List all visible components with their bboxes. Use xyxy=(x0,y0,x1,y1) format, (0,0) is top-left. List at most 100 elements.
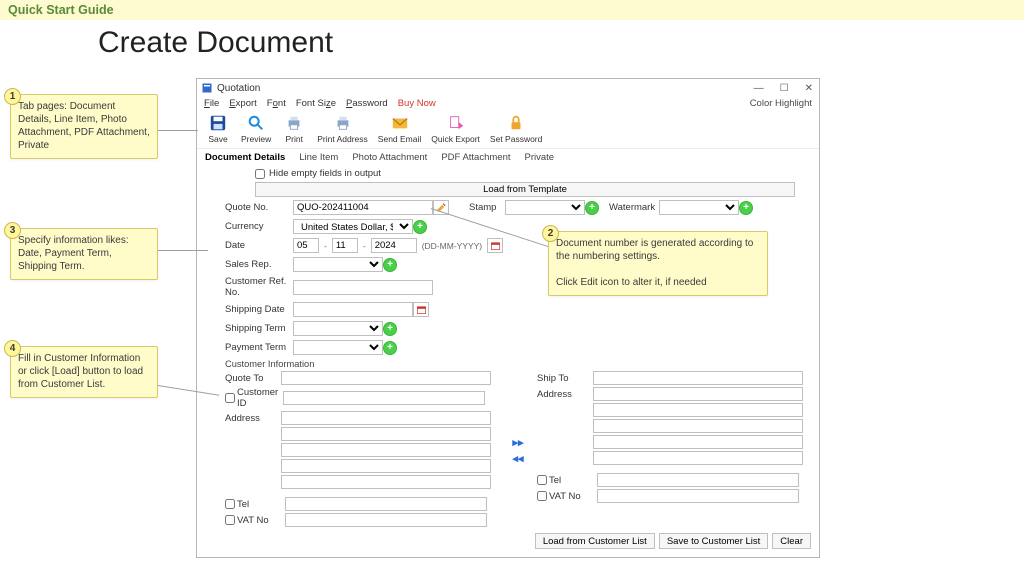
print-button[interactable]: Print xyxy=(277,112,311,146)
vat-checkbox[interactable] xyxy=(225,515,235,525)
lead-line-3 xyxy=(158,250,208,251)
date-sep2: - xyxy=(363,241,366,251)
ship-to-input[interactable] xyxy=(593,371,803,385)
label-cust-ref: Customer Ref. No. xyxy=(225,276,293,298)
menu-font[interactable]: Font xyxy=(267,98,286,109)
callout-text-3: Specify information likes: Date, Payment… xyxy=(18,235,129,272)
ship-address-4-input[interactable] xyxy=(593,435,803,449)
email-icon xyxy=(391,114,409,132)
add-shipterm-button[interactable] xyxy=(383,322,397,336)
copy-left-icon[interactable]: ◂◂ xyxy=(512,452,523,465)
save-icon xyxy=(209,114,227,132)
label-sales-rep: Sales Rep. xyxy=(225,259,293,270)
print-address-label: Print Address xyxy=(317,134,368,144)
tel-input[interactable] xyxy=(285,497,487,511)
pay-term-select[interactable] xyxy=(293,340,383,355)
cust-ref-input[interactable] xyxy=(293,280,433,295)
quick-export-button[interactable]: Quick Export xyxy=(427,112,484,146)
print-address-button[interactable]: Print Address xyxy=(313,112,372,146)
close-button[interactable]: ✕ xyxy=(803,83,815,94)
address-5-input[interactable] xyxy=(281,475,491,489)
callout-badge-2: 2 xyxy=(542,225,559,242)
stamp-select[interactable] xyxy=(505,200,585,215)
tel-checkbox[interactable] xyxy=(225,499,235,509)
quote-to-input[interactable] xyxy=(281,371,491,385)
add-stamp-button[interactable] xyxy=(585,201,599,215)
copy-right-icon[interactable]: ▸▸ xyxy=(512,436,523,449)
ship-term-select[interactable] xyxy=(293,321,383,336)
menu-file[interactable]: File xyxy=(204,98,219,109)
menu-password[interactable]: Password xyxy=(346,98,388,109)
date-format-hint: (DD-MM-YYYY) xyxy=(422,241,482,251)
add-payterm-button[interactable] xyxy=(383,341,397,355)
callout-text-1: Tab pages: Document Details, Line Item, … xyxy=(18,101,150,151)
customer-id-input[interactable] xyxy=(283,391,485,405)
app-icon xyxy=(201,82,213,94)
ship-tel-checkbox[interactable] xyxy=(537,475,547,485)
tab-pdf-attachment[interactable]: PDF Attachment xyxy=(441,152,510,163)
label-ship-term: Shipping Term xyxy=(225,323,293,334)
set-password-button[interactable]: Set Password xyxy=(486,112,546,146)
copy-arrows: ▸▸ ◂◂ xyxy=(507,371,529,529)
date-year-input[interactable] xyxy=(371,238,417,253)
menu-buy[interactable]: Buy Now xyxy=(398,98,436,109)
label-ship-to: Ship To xyxy=(537,373,593,384)
calendar-button[interactable] xyxy=(487,238,503,253)
sales-rep-select[interactable] xyxy=(293,257,383,272)
quick-export-icon xyxy=(447,114,465,132)
add-watermark-button[interactable] xyxy=(739,201,753,215)
print-icon xyxy=(285,114,303,132)
address-4-input[interactable] xyxy=(281,459,491,473)
date-day-input[interactable] xyxy=(293,238,319,253)
menu-highlight[interactable]: Color Highlight xyxy=(750,98,812,109)
address-1-input[interactable] xyxy=(281,411,491,425)
label-date: Date xyxy=(225,240,293,251)
toolbar: Save Preview Print Print Address Send Em… xyxy=(197,110,819,148)
minimize-button[interactable]: — xyxy=(752,83,766,94)
save-button[interactable]: Save xyxy=(201,112,235,146)
hide-empty-checkbox[interactable] xyxy=(255,169,265,179)
tab-line-item[interactable]: Line Item xyxy=(299,152,338,163)
ship-date-calendar[interactable] xyxy=(413,302,429,317)
menu-fontsize[interactable]: Font Size xyxy=(296,98,336,109)
tab-document-details[interactable]: Document Details xyxy=(205,152,285,163)
callout-tabs: 1 Tab pages: Document Details, Line Item… xyxy=(10,94,158,159)
ship-vat-checkbox[interactable] xyxy=(537,491,547,501)
lead-line-1 xyxy=(158,130,198,131)
label-ship-tel: Tel xyxy=(549,475,597,486)
callout-docnum: 2 Document number is generated according… xyxy=(548,231,768,296)
ship-vat-input[interactable] xyxy=(597,489,799,503)
address-3-input[interactable] xyxy=(281,443,491,457)
load-template-button[interactable]: Load from Template xyxy=(255,182,795,197)
preview-icon xyxy=(247,114,265,132)
save-customer-button[interactable]: Save to Customer List xyxy=(659,533,768,549)
ship-address-5-input[interactable] xyxy=(593,451,803,465)
vat-input[interactable] xyxy=(285,513,487,527)
currency-select[interactable]: United States Dollar, $ xyxy=(293,219,413,234)
date-month-input[interactable] xyxy=(332,238,358,253)
callout-badge-4: 4 xyxy=(4,340,21,357)
send-email-button[interactable]: Send Email xyxy=(374,112,425,146)
ship-date-input[interactable] xyxy=(293,302,413,317)
set-password-label: Set Password xyxy=(490,134,542,144)
ship-address-3-input[interactable] xyxy=(593,419,803,433)
add-salesrep-button[interactable] xyxy=(383,258,397,272)
hide-empty-label: Hide empty fields in output xyxy=(269,168,381,179)
ship-address-1-input[interactable] xyxy=(593,387,803,401)
watermark-select[interactable] xyxy=(659,200,739,215)
ship-to-column: Ship To Address Tel VAT No xyxy=(537,371,811,529)
tab-private[interactable]: Private xyxy=(525,152,555,163)
preview-label: Preview xyxy=(241,134,271,144)
preview-button[interactable]: Preview xyxy=(237,112,275,146)
ship-tel-input[interactable] xyxy=(597,473,799,487)
ship-address-2-input[interactable] xyxy=(593,403,803,417)
load-customer-button[interactable]: Load from Customer List xyxy=(535,533,655,549)
tab-photo-attachment[interactable]: Photo Attachment xyxy=(352,152,427,163)
clear-button[interactable]: Clear xyxy=(772,533,811,549)
maximize-button[interactable]: ☐ xyxy=(778,83,791,94)
quote-no-input[interactable] xyxy=(293,200,433,215)
menu-export[interactable]: Export xyxy=(229,98,256,109)
customer-id-checkbox[interactable] xyxy=(225,393,235,403)
address-2-input[interactable] xyxy=(281,427,491,441)
add-currency-button[interactable] xyxy=(413,220,427,234)
